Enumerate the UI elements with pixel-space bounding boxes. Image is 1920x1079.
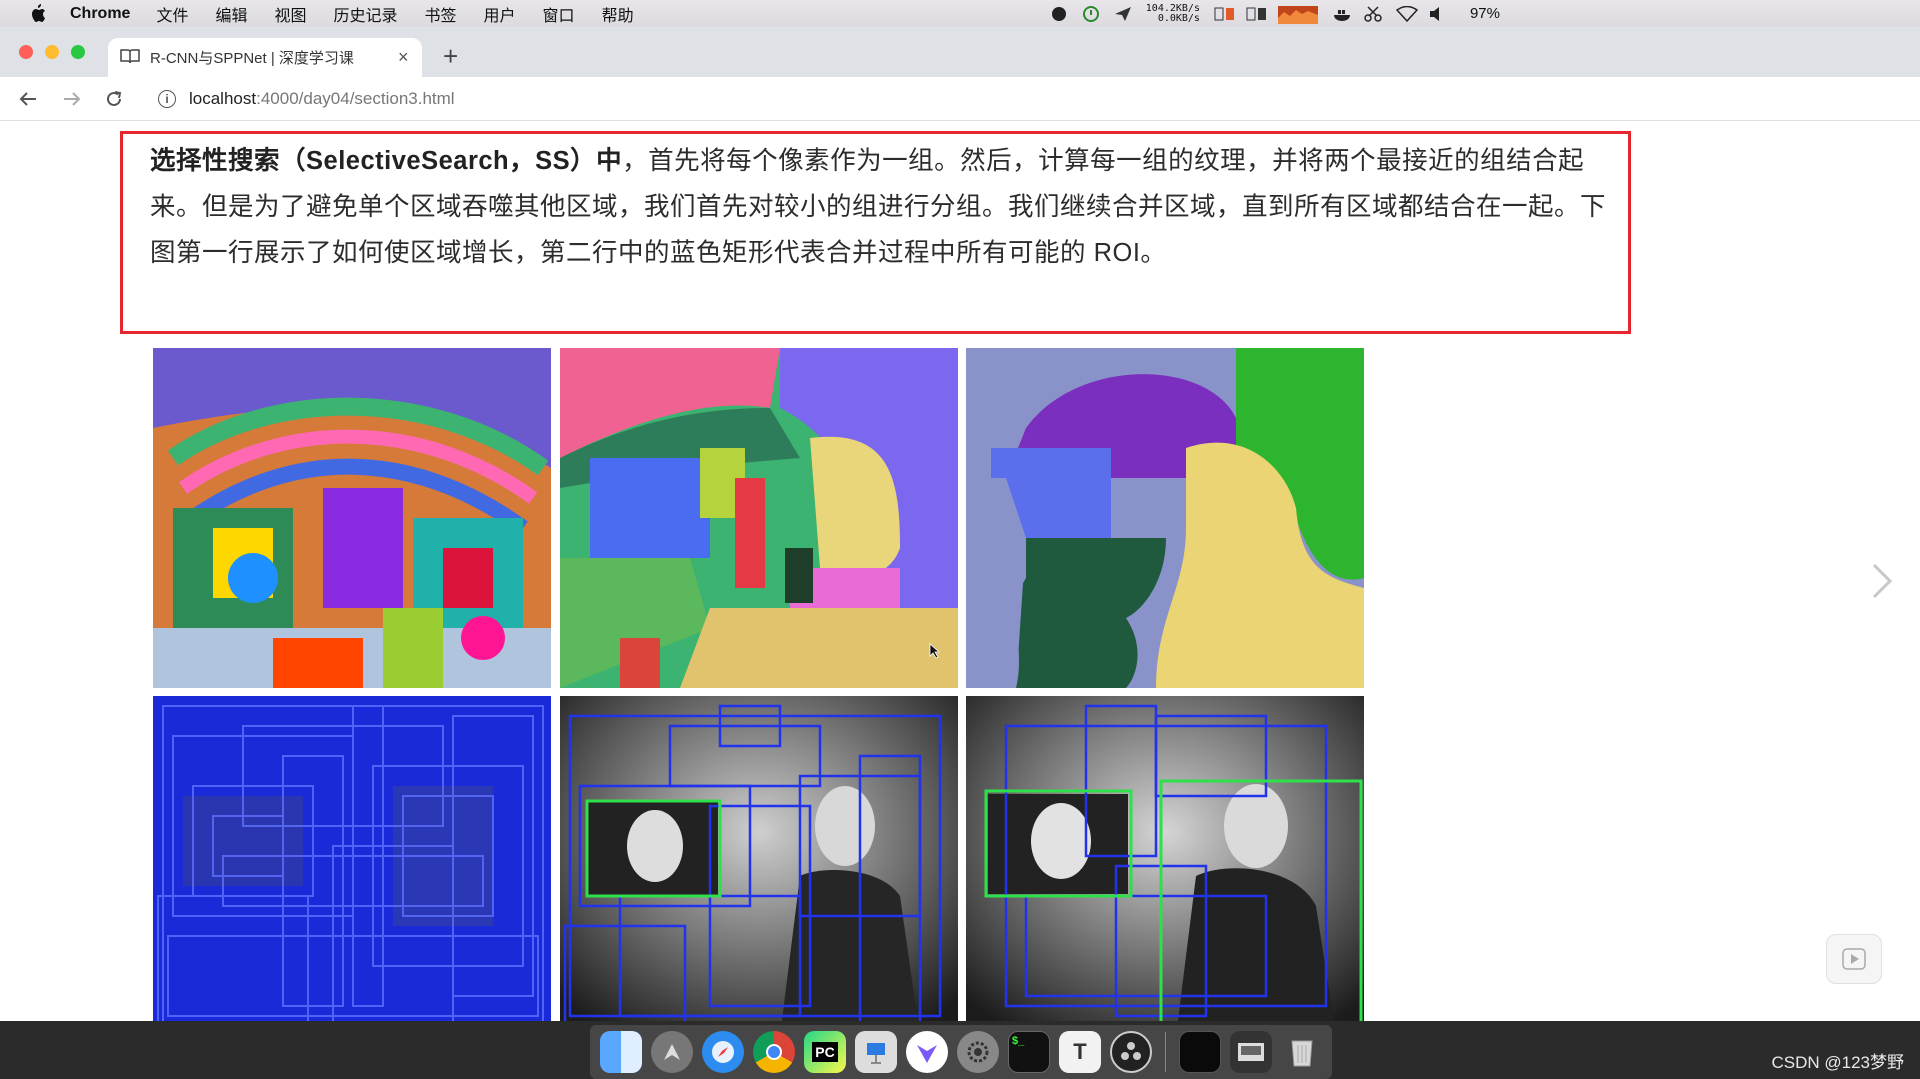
app-menu-chrome[interactable]: Chrome [70, 5, 130, 23]
keynote-icon[interactable] [855, 1031, 897, 1073]
page-content: 选择性搜索（SelectiveSearch，SS）中，首先将每个像素作为一组。然… [0, 121, 1920, 1021]
obs-icon[interactable] [1110, 1031, 1152, 1073]
dock-separator [1165, 1032, 1166, 1072]
trash-icon[interactable] [1281, 1031, 1323, 1073]
browser-toolbar: i localhost:4000/day04/section3.html [0, 77, 1920, 121]
csdn-watermark: CSDN @123梦野 [1771, 1053, 1904, 1072]
tab-close-icon[interactable]: × [398, 47, 409, 68]
chrome-icon[interactable] [753, 1031, 795, 1073]
address-bar[interactable]: localhost:4000/day04/section3.html [189, 89, 455, 109]
scissors-icon[interactable] [1364, 5, 1382, 22]
cpu-graph-icon[interactable] [1277, 5, 1318, 24]
close-window-button[interactable] [19, 45, 33, 59]
paragraph-selective-search: 选择性搜索（SelectiveSearch，SS）中，首先将每个像素作为一组。然… [150, 138, 1610, 276]
next-page-chevron-icon[interactable] [1868, 561, 1896, 601]
proposals-dense-image [153, 696, 551, 1021]
volume-icon[interactable] [1428, 6, 1446, 22]
launchpad-icon[interactable] [651, 1031, 693, 1073]
zoom-window-button[interactable] [71, 45, 85, 59]
system-preferences-icon[interactable] [957, 1031, 999, 1073]
menu-people[interactable]: 用户 [484, 2, 516, 26]
video-play-icon[interactable] [1826, 934, 1882, 984]
docker-icon[interactable] [1332, 6, 1350, 22]
reload-icon[interactable] [104, 89, 124, 109]
tab-title: R-CNN与SPPNet | 深度学习课 [150, 50, 354, 67]
menu-file[interactable]: 文件 [156, 2, 188, 26]
memory-icon[interactable] [1214, 6, 1234, 22]
segmentation-coarse-image [966, 348, 1364, 688]
menu-window[interactable]: 窗口 [543, 2, 575, 26]
menu-history[interactable]: 历史记录 [334, 2, 398, 26]
black-window-icon[interactable] [1179, 1031, 1221, 1073]
url-path: :4000/day04/section3.html [256, 88, 455, 108]
finder-icon[interactable] [600, 1031, 642, 1073]
segmentation-medium-image [560, 348, 958, 688]
wifi-icon[interactable] [1395, 5, 1419, 22]
net-down-text: 0.0KB/s [1157, 12, 1200, 24]
pycharm-icon[interactable]: PC [804, 1031, 846, 1073]
typora-icon[interactable]: T [1059, 1031, 1101, 1073]
menu-help[interactable]: 帮助 [602, 2, 634, 26]
vpn-app-icon[interactable] [906, 1031, 948, 1073]
segmentation-fine-image [153, 348, 551, 688]
disk-icon[interactable] [1246, 6, 1266, 22]
proposals-final-image [966, 696, 1364, 1021]
sync-icon[interactable] [1082, 5, 1100, 22]
tab-active[interactable]: R-CNN与SPPNet | 深度学习课 × [108, 38, 422, 77]
forward-arrow-icon[interactable] [62, 89, 82, 109]
dock: PC $_ T [590, 1025, 1332, 1079]
book-icon [120, 48, 140, 68]
network-speed: 104.2KB/s 0.0KB/s [1146, 3, 1200, 24]
menu-bar: Chrome 文件 编辑 视图 历史记录 书签 用户 窗口 帮助 104.2KB… [0, 0, 1920, 27]
status-area: 104.2KB/s 0.0KB/s 97% [1050, 0, 1500, 27]
qq-icon[interactable] [1050, 6, 1068, 22]
proposals-medium-image [560, 696, 958, 1021]
send-icon[interactable] [1114, 6, 1132, 22]
battery-percentage[interactable]: 97% [1470, 5, 1500, 22]
para-bold-lead: 选择性搜索（SelectiveSearch，SS）中 [150, 147, 623, 175]
menu-edit[interactable]: 编辑 [215, 2, 247, 26]
menu-view[interactable]: 视图 [274, 2, 306, 26]
new-tab-button[interactable]: + [443, 41, 458, 72]
url-host: localhost [189, 88, 257, 108]
terminal-icon[interactable]: $_ [1008, 1031, 1050, 1073]
menu-bookmarks[interactable]: 书签 [425, 2, 457, 26]
safari-icon[interactable] [702, 1031, 744, 1073]
mouse-cursor-icon [929, 643, 941, 664]
selective-search-figure [153, 348, 1364, 1021]
apple-icon[interactable] [28, 4, 48, 24]
back-arrow-icon[interactable] [18, 89, 38, 109]
tab-strip: R-CNN与SPPNet | 深度学习课 × + [0, 27, 1920, 77]
screenshot-icon[interactable] [1230, 1031, 1272, 1073]
info-icon[interactable]: i [158, 89, 176, 108]
minimize-window-button[interactable] [45, 45, 59, 59]
